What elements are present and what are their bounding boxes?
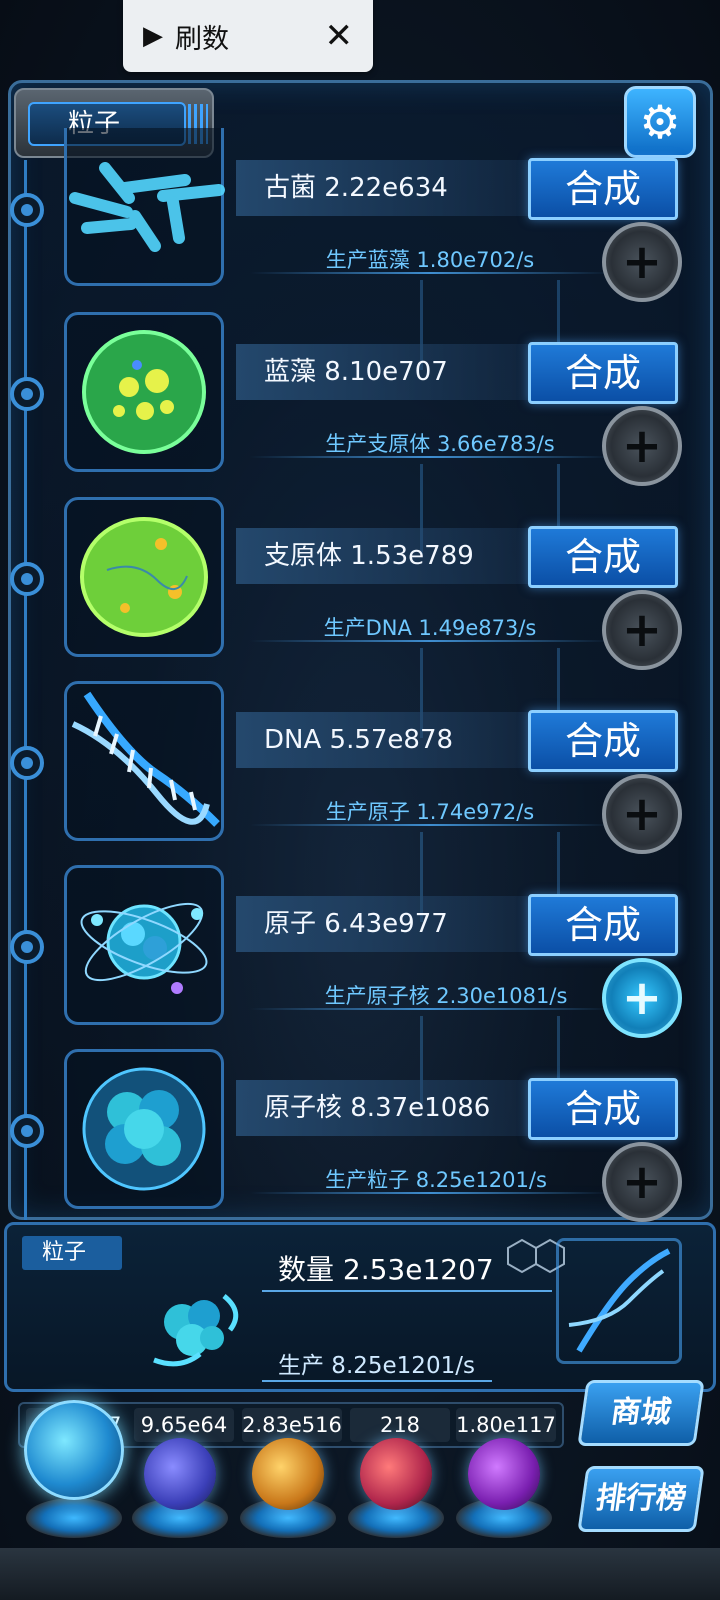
production-rate: 生产原子核 2.30e1081/s [324, 984, 568, 1008]
bottom-strip [0, 1548, 720, 1600]
lightning-orb[interactable] [144, 1438, 216, 1510]
upgrade-button[interactable]: + [602, 590, 682, 670]
rail-node [10, 377, 44, 411]
upgrade-button[interactable]: + [602, 958, 682, 1038]
vortex-orb[interactable] [468, 1438, 540, 1510]
atom-icon [64, 865, 224, 1025]
upgrade-button[interactable]: + [602, 222, 682, 302]
particle-orb[interactable] [24, 1400, 124, 1500]
production-rate: 生产原子 1.74e972/s [325, 800, 535, 824]
refresh-overlay[interactable]: ▶ 刷数 ✕ [123, 0, 373, 72]
particle-production: 生产 8.25e1201/s [278, 1353, 475, 1379]
rail-node [10, 562, 44, 596]
row-name: DNA 5.57e878 [236, 712, 536, 768]
currency-value: 9.65e64 [134, 1408, 234, 1442]
upgrade-button[interactable]: + [602, 774, 682, 854]
synthesize-button[interactable]: 合成 [528, 894, 678, 956]
plus-icon: + [621, 786, 663, 842]
row-name: 古菌 2.22e634 [236, 160, 536, 216]
production-rate: 生产粒子 8.25e1201/s [325, 1168, 547, 1192]
upgrade-button[interactable]: + [602, 406, 682, 486]
settings-button[interactable]: ⚙ [624, 86, 696, 158]
plus-icon: + [621, 418, 663, 474]
currency-value: 1.80e117 [456, 1408, 556, 1442]
plus-icon: + [621, 602, 663, 658]
dna-icon [64, 681, 224, 841]
synthesize-button[interactable]: 合成 [528, 526, 678, 588]
cyanobacteria-icon [64, 312, 224, 472]
production-underline [262, 1380, 492, 1382]
plus-icon: + [621, 234, 663, 290]
close-icon[interactable]: ✕ [325, 16, 354, 56]
upgrade-button[interactable]: + [602, 1142, 682, 1222]
synthesize-button[interactable]: 合成 [528, 710, 678, 772]
currency-value: 218 [350, 1408, 450, 1442]
synthesize-button[interactable]: 合成 [528, 342, 678, 404]
left-rail [24, 160, 27, 1220]
row-name: 蓝藻 8.10e707 [236, 344, 536, 400]
nucleus-icon [64, 1049, 224, 1209]
play-icon[interactable]: ▶ [143, 21, 163, 51]
row-name: 原子 6.43e977 [236, 896, 536, 952]
plus-icon: + [621, 1154, 663, 1210]
brain-orb[interactable] [360, 1438, 432, 1510]
row-name: 原子核 8.37e1086 [236, 1080, 536, 1136]
rail-node [10, 1114, 44, 1148]
row-name: 支原体 1.53e789 [236, 528, 536, 584]
particle-quantity: 数量 2.53e1207 [278, 1253, 494, 1286]
leaderboard-button[interactable]: 排行榜 [577, 1466, 705, 1532]
production-rate: 生产支原体 3.66e783/s [325, 432, 555, 456]
fire-orb[interactable] [252, 1438, 324, 1510]
archaea-icon [64, 128, 225, 286]
synthesize-button[interactable]: 合成 [528, 1078, 678, 1140]
rail-node [10, 193, 44, 227]
orb-stand [26, 1498, 122, 1538]
plus-icon: + [621, 970, 663, 1026]
rail-node [10, 930, 44, 964]
rail-node [10, 746, 44, 780]
gear-icon: ⚙ [639, 95, 681, 149]
mycoplasma-icon [64, 497, 224, 657]
shop-button[interactable]: 商城 [577, 1380, 705, 1446]
production-rate: 生产DNA 1.49e873/s [323, 616, 537, 640]
overlay-label: 刷数 [175, 23, 229, 55]
production-rate: 生产蓝藻 1.80e702/s [325, 248, 535, 272]
particle-icon [140, 1282, 250, 1372]
synthesize-button[interactable]: 合成 [528, 158, 678, 220]
currency-value: 2.83e516 [242, 1408, 342, 1442]
particle-tag: 粒子 [22, 1236, 122, 1270]
dna-frame [556, 1238, 682, 1364]
